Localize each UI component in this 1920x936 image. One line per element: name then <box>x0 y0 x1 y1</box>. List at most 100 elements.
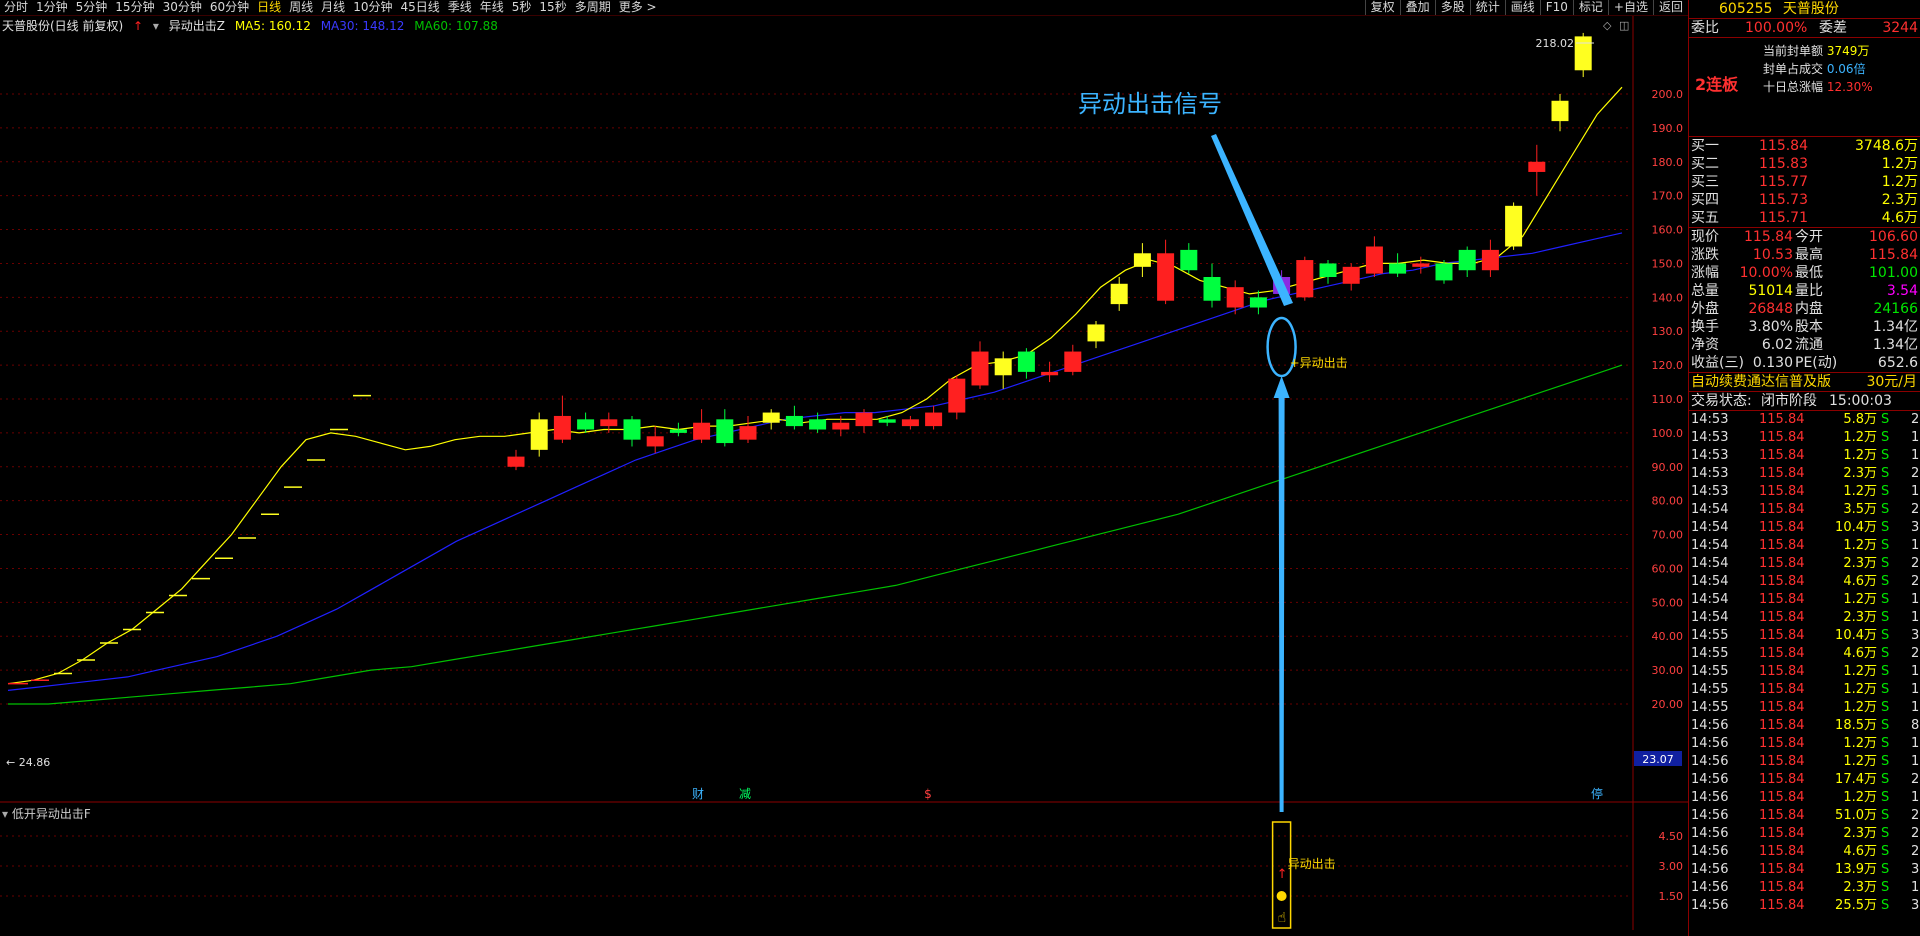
tick-time: 14:56 <box>1691 844 1729 859</box>
tick-side: S <box>1881 610 1890 625</box>
candle-body <box>1064 351 1082 372</box>
bid-price: 115.84 <box>1759 138 1808 154</box>
candle-body <box>1435 263 1453 281</box>
period-tab[interactable]: 15分钟 <box>111 0 158 15</box>
tool-button[interactable]: 多股 <box>1434 0 1470 15</box>
candle-body <box>507 456 525 467</box>
tick-volume: 4.6万 <box>1843 574 1877 589</box>
period-tab[interactable]: 分时 <box>0 0 32 15</box>
y-tick-label: 120.0 <box>1652 359 1684 372</box>
bid-book: 买一 115.84 3748.6万 买二 115.83 1.2万 买三 115.77 1.2万买… <box>1689 137 1920 228</box>
tick-row: 14:55 115.84 4.6万 S 2 <box>1689 645 1920 663</box>
candle-body <box>832 422 850 430</box>
candle-body <box>1226 287 1244 308</box>
tick-time: 14:53 <box>1691 430 1729 445</box>
candle-body <box>762 412 780 423</box>
tool-button[interactable]: 标记 <box>1572 0 1608 15</box>
candle-body <box>809 419 827 430</box>
diamond-icon[interactable]: ◇ <box>1603 19 1612 32</box>
period-tab[interactable]: 1分钟 <box>32 0 72 15</box>
chevron-down-icon[interactable]: ▾ <box>153 19 159 33</box>
weicha-label: 委差 <box>1819 20 1847 36</box>
tick-price: 115.84 <box>1759 844 1805 859</box>
bid-volume: 2.3万 <box>1881 192 1918 208</box>
tool-button[interactable]: +自选 <box>1607 0 1653 15</box>
stat-row: 外盘 26848 内盘 24166 <box>1689 300 1920 318</box>
period-tab[interactable]: 日线 <box>253 0 285 15</box>
candle-body <box>1574 36 1592 71</box>
period-tab[interactable]: 5秒 <box>508 0 536 15</box>
tick-row: 14:55 115.84 1.2万 S 1 <box>1689 663 1920 681</box>
tick-row: 14:56 115.84 1.2万 S 1 <box>1689 789 1920 807</box>
signal-label: +异动出击 <box>1290 356 1348 370</box>
tick-time: 14:54 <box>1691 592 1729 607</box>
tool-button[interactable]: 叠加 <box>1399 0 1435 15</box>
candle-body <box>1389 263 1407 274</box>
tool-button[interactable]: F10 <box>1539 0 1573 15</box>
candle-body <box>1481 249 1499 271</box>
tick-time: 14:56 <box>1691 772 1729 787</box>
period-tab[interactable]: 月线 <box>317 0 349 15</box>
period-tab[interactable]: 5分钟 <box>72 0 112 15</box>
period-tab[interactable]: 更多 > <box>615 0 661 15</box>
y-tick-label: 70.00 <box>1652 529 1684 542</box>
trade-time: 15:00:03 <box>1829 393 1892 409</box>
tick-time: 14:54 <box>1691 538 1729 553</box>
tick-volume: 1.2万 <box>1843 664 1877 679</box>
period-tab[interactable]: 季线 <box>444 0 476 15</box>
ad-price[interactable]: 30元/月 <box>1866 373 1917 391</box>
period-tab[interactable]: 多周期 <box>571 0 615 15</box>
stat-label: 今开 <box>1795 229 1823 245</box>
chevron-down-icon[interactable]: ▾ <box>2 807 8 821</box>
ad-banner[interactable]: 自动续费通达信普及版 30元/月 <box>1689 373 1920 392</box>
tick-time: 14:53 <box>1691 484 1729 499</box>
candle-body <box>1180 249 1198 271</box>
tool-button[interactable]: 统计 <box>1469 0 1505 15</box>
period-tab[interactable]: 60分钟 <box>206 0 253 15</box>
period-tab[interactable]: 年线 <box>476 0 508 15</box>
stat-value: 10.53 <box>1752 247 1793 263</box>
y-tick-label: 150.0 <box>1652 257 1684 270</box>
tick-volume: 1.2万 <box>1843 448 1877 463</box>
tick-volume: 1.2万 <box>1843 592 1877 607</box>
tool-button[interactable]: 复权 <box>1364 0 1400 15</box>
tool-button[interactable]: 返回 <box>1652 0 1688 15</box>
tick-count: 3 <box>1911 898 1920 913</box>
period-tab[interactable]: 15秒 <box>535 0 570 15</box>
tick-volume: 17.4万 <box>1835 772 1877 787</box>
tick-row: 14:53 115.84 1.2万 S 1 <box>1689 429 1920 447</box>
tick-row: 14:54 115.84 3.5万 S 2 <box>1689 501 1920 519</box>
candle-body <box>1458 249 1476 271</box>
candle-body <box>577 419 595 430</box>
y-tick-label: 60.00 <box>1652 562 1684 575</box>
tick-list[interactable]: 14:53 115.84 5.8万 S 2 14:53 115.84 1.2万 S 1 14:53 1… <box>1689 411 1920 915</box>
main-chart[interactable]: 200.0 190.0 180.0 170.0 160.0 150.0 140.0 130.0… <box>0 0 1688 936</box>
indicator-label[interactable]: 异动出击Z <box>169 19 225 33</box>
tick-side: S <box>1881 592 1890 607</box>
signal-title: 异动出击信号 <box>1078 90 1222 118</box>
period-tab[interactable]: 30分钟 <box>159 0 206 15</box>
tool-button[interactable]: 画线 <box>1504 0 1540 15</box>
candle-body <box>1133 253 1151 267</box>
tick-side: S <box>1881 520 1890 535</box>
bid-label: 买二 <box>1691 156 1719 172</box>
hand-cursor-icon: ☝ <box>1278 910 1287 926</box>
period-tab[interactable]: 10分钟 <box>349 0 396 15</box>
tick-side: S <box>1881 772 1890 787</box>
period-tab[interactable]: 周线 <box>285 0 317 15</box>
tick-price: 115.84 <box>1759 502 1805 517</box>
tick-volume: 18.5万 <box>1835 718 1877 733</box>
stat-label: 净资 <box>1691 337 1719 353</box>
tick-count: 1 <box>1911 610 1920 625</box>
window-icon[interactable]: ◫ <box>1619 19 1629 32</box>
ad-text[interactable]: 自动续费通达信普及版 <box>1691 373 1831 391</box>
tick-row: 14:56 115.84 2.3万 S 1 <box>1689 879 1920 897</box>
tick-count: 2 <box>1911 574 1920 589</box>
y-tick-label: 130.0 <box>1652 325 1684 338</box>
tick-side: S <box>1881 646 1890 661</box>
period-tab[interactable]: 45日线 <box>396 0 443 15</box>
tick-side: S <box>1881 628 1890 643</box>
tick-count: 1 <box>1911 754 1920 769</box>
stat-label: 内盘 <box>1795 301 1823 317</box>
bid-row: 买二 115.83 1.2万 <box>1689 155 1920 173</box>
